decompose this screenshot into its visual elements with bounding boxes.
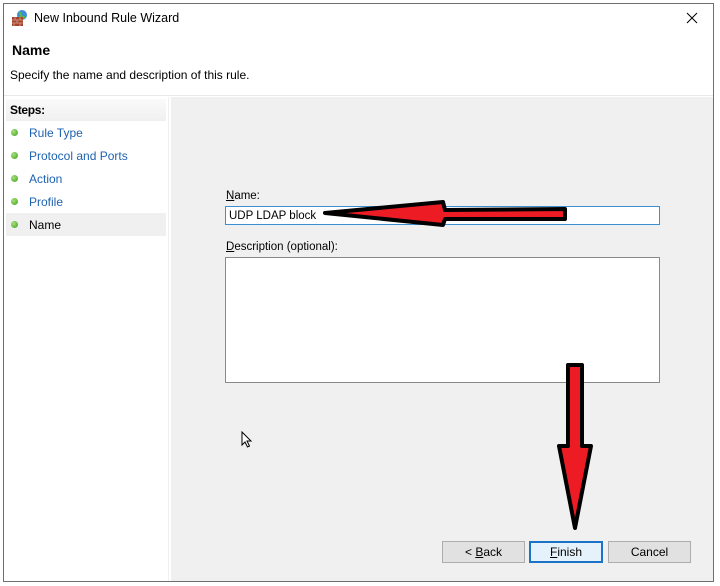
step-protocol-and-ports[interactable]: Protocol and Ports <box>6 144 166 167</box>
step-label[interactable]: Rule Type <box>29 126 83 140</box>
finish-text: inish <box>557 545 583 559</box>
step-status-icon <box>11 198 18 205</box>
wizard-window: New Inbound Rule Wizard Name Specify the… <box>3 3 714 582</box>
description-input[interactable] <box>225 257 660 383</box>
content-panel: Name: Description (optional): < Back Fin… <box>171 97 713 581</box>
title-bar: New Inbound Rule Wizard <box>4 4 713 32</box>
back-prefix: < <box>464 545 476 559</box>
description-label-text: escription (optional): <box>234 241 338 253</box>
close-icon <box>686 12 698 24</box>
window-title: New Inbound Rule Wizard <box>34 11 180 25</box>
finish-mnemonic: F <box>549 545 558 559</box>
page-title: Name <box>12 42 51 58</box>
name-input[interactable] <box>225 206 660 225</box>
step-label[interactable]: Action <box>29 172 62 186</box>
mouse-pointer-icon <box>241 430 253 452</box>
steps-heading: Steps: <box>6 99 166 121</box>
name-label-text: ame: <box>234 190 260 202</box>
step-status-icon <box>11 221 18 228</box>
step-rule-type[interactable]: Rule Type <box>6 121 166 144</box>
name-label: Name: <box>226 190 260 202</box>
step-action[interactable]: Action <box>6 167 166 190</box>
step-label[interactable]: Protocol and Ports <box>29 149 128 163</box>
back-button[interactable]: < Back <box>442 541 525 563</box>
back-mnemonic: B <box>475 545 484 559</box>
step-status-icon <box>11 152 18 159</box>
step-profile[interactable]: Profile <box>6 190 166 213</box>
description-label: Description (optional): <box>226 241 338 253</box>
step-status-icon <box>11 129 18 136</box>
firewall-globe-icon <box>11 9 29 27</box>
close-button[interactable] <box>677 6 707 30</box>
cancel-button[interactable]: Cancel <box>608 541 691 563</box>
page-subtitle: Specify the name and description of this… <box>10 68 250 82</box>
back-text: ack <box>483 545 503 559</box>
finish-button[interactable]: Finish <box>529 541 603 563</box>
header-divider <box>4 95 713 96</box>
step-label[interactable]: Profile <box>29 195 63 209</box>
step-name: Name <box>6 213 166 236</box>
steps-panel: Steps: Rule Type Protocol and Ports Acti… <box>4 97 169 581</box>
step-status-icon <box>11 175 18 182</box>
step-label: Name <box>29 217 62 232</box>
